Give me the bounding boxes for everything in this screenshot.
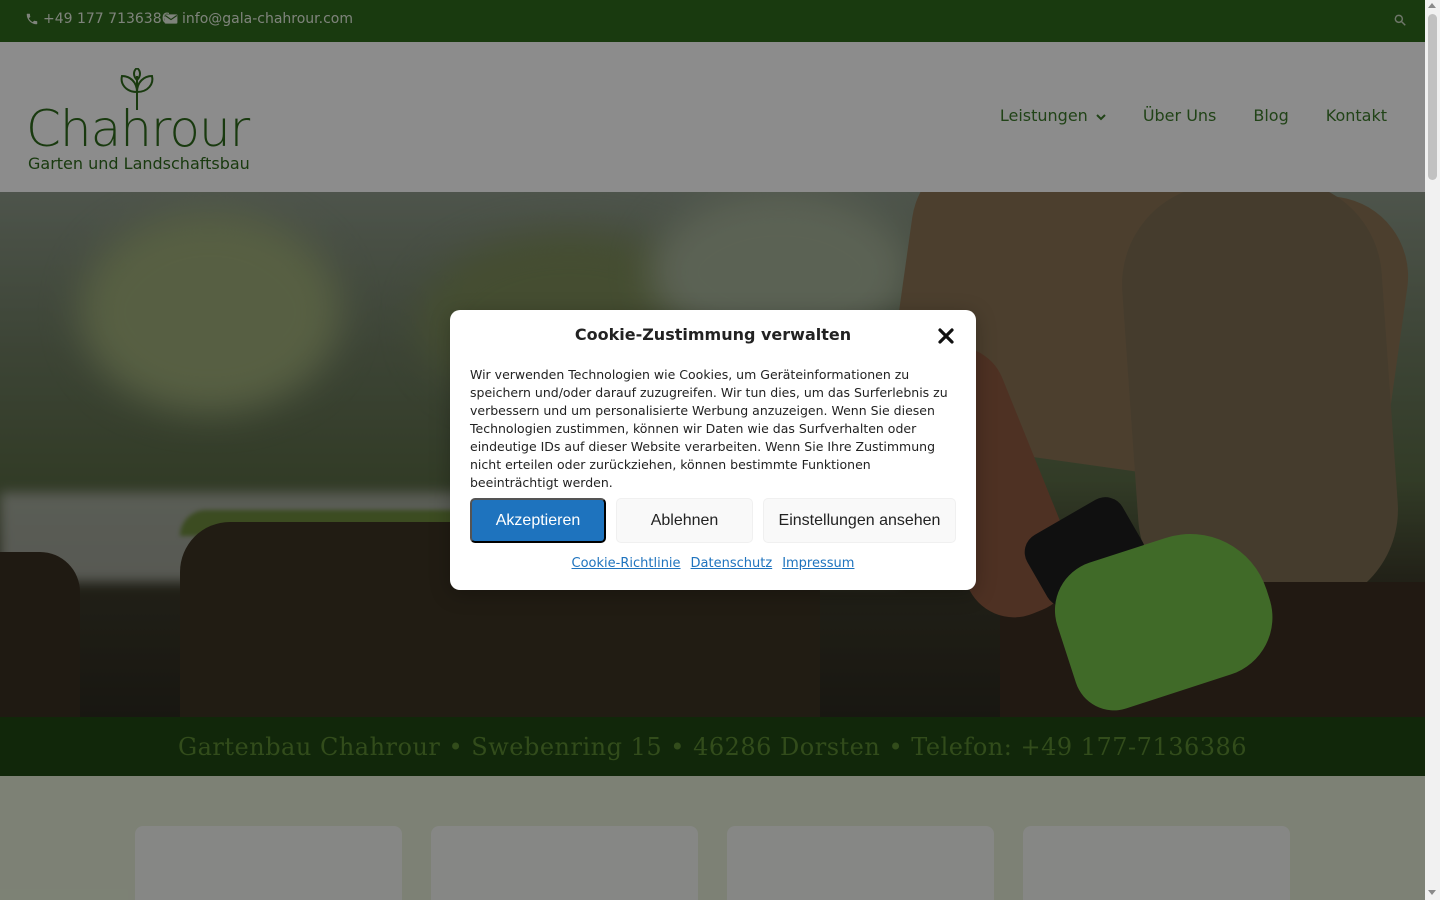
cookie-dialog-links: Cookie-Richtlinie Datenschutz Impressum <box>450 556 976 571</box>
page: +49 177 7136386 info@gala-chahrour.com C… <box>0 0 1425 900</box>
cookie-policy-link[interactable]: Cookie-Richtlinie <box>572 556 681 571</box>
deny-button[interactable]: Ablehnen <box>616 498 753 543</box>
cookie-dialog-title: Cookie-Zustimmung verwalten <box>574 325 852 344</box>
cookie-dialog-text: Wir verwenden Technologien wie Cookies, … <box>470 367 948 490</box>
scroll-up-arrow[interactable] <box>1428 3 1436 8</box>
view-preferences-button[interactable]: Einstellungen ansehen <box>763 498 956 543</box>
privacy-link[interactable]: Datenschutz <box>691 556 773 571</box>
accept-button[interactable]: Akzeptieren <box>470 498 606 543</box>
cookie-consent-dialog: Cookie-Zustimmung verwalten Wir verwende… <box>450 310 976 590</box>
close-icon[interactable] <box>936 326 956 346</box>
scrollbar-thumb[interactable] <box>1428 14 1437 180</box>
page-scrollbar[interactable] <box>1425 0 1440 900</box>
imprint-link[interactable]: Impressum <box>782 556 854 571</box>
scroll-down-arrow[interactable] <box>1428 890 1436 895</box>
